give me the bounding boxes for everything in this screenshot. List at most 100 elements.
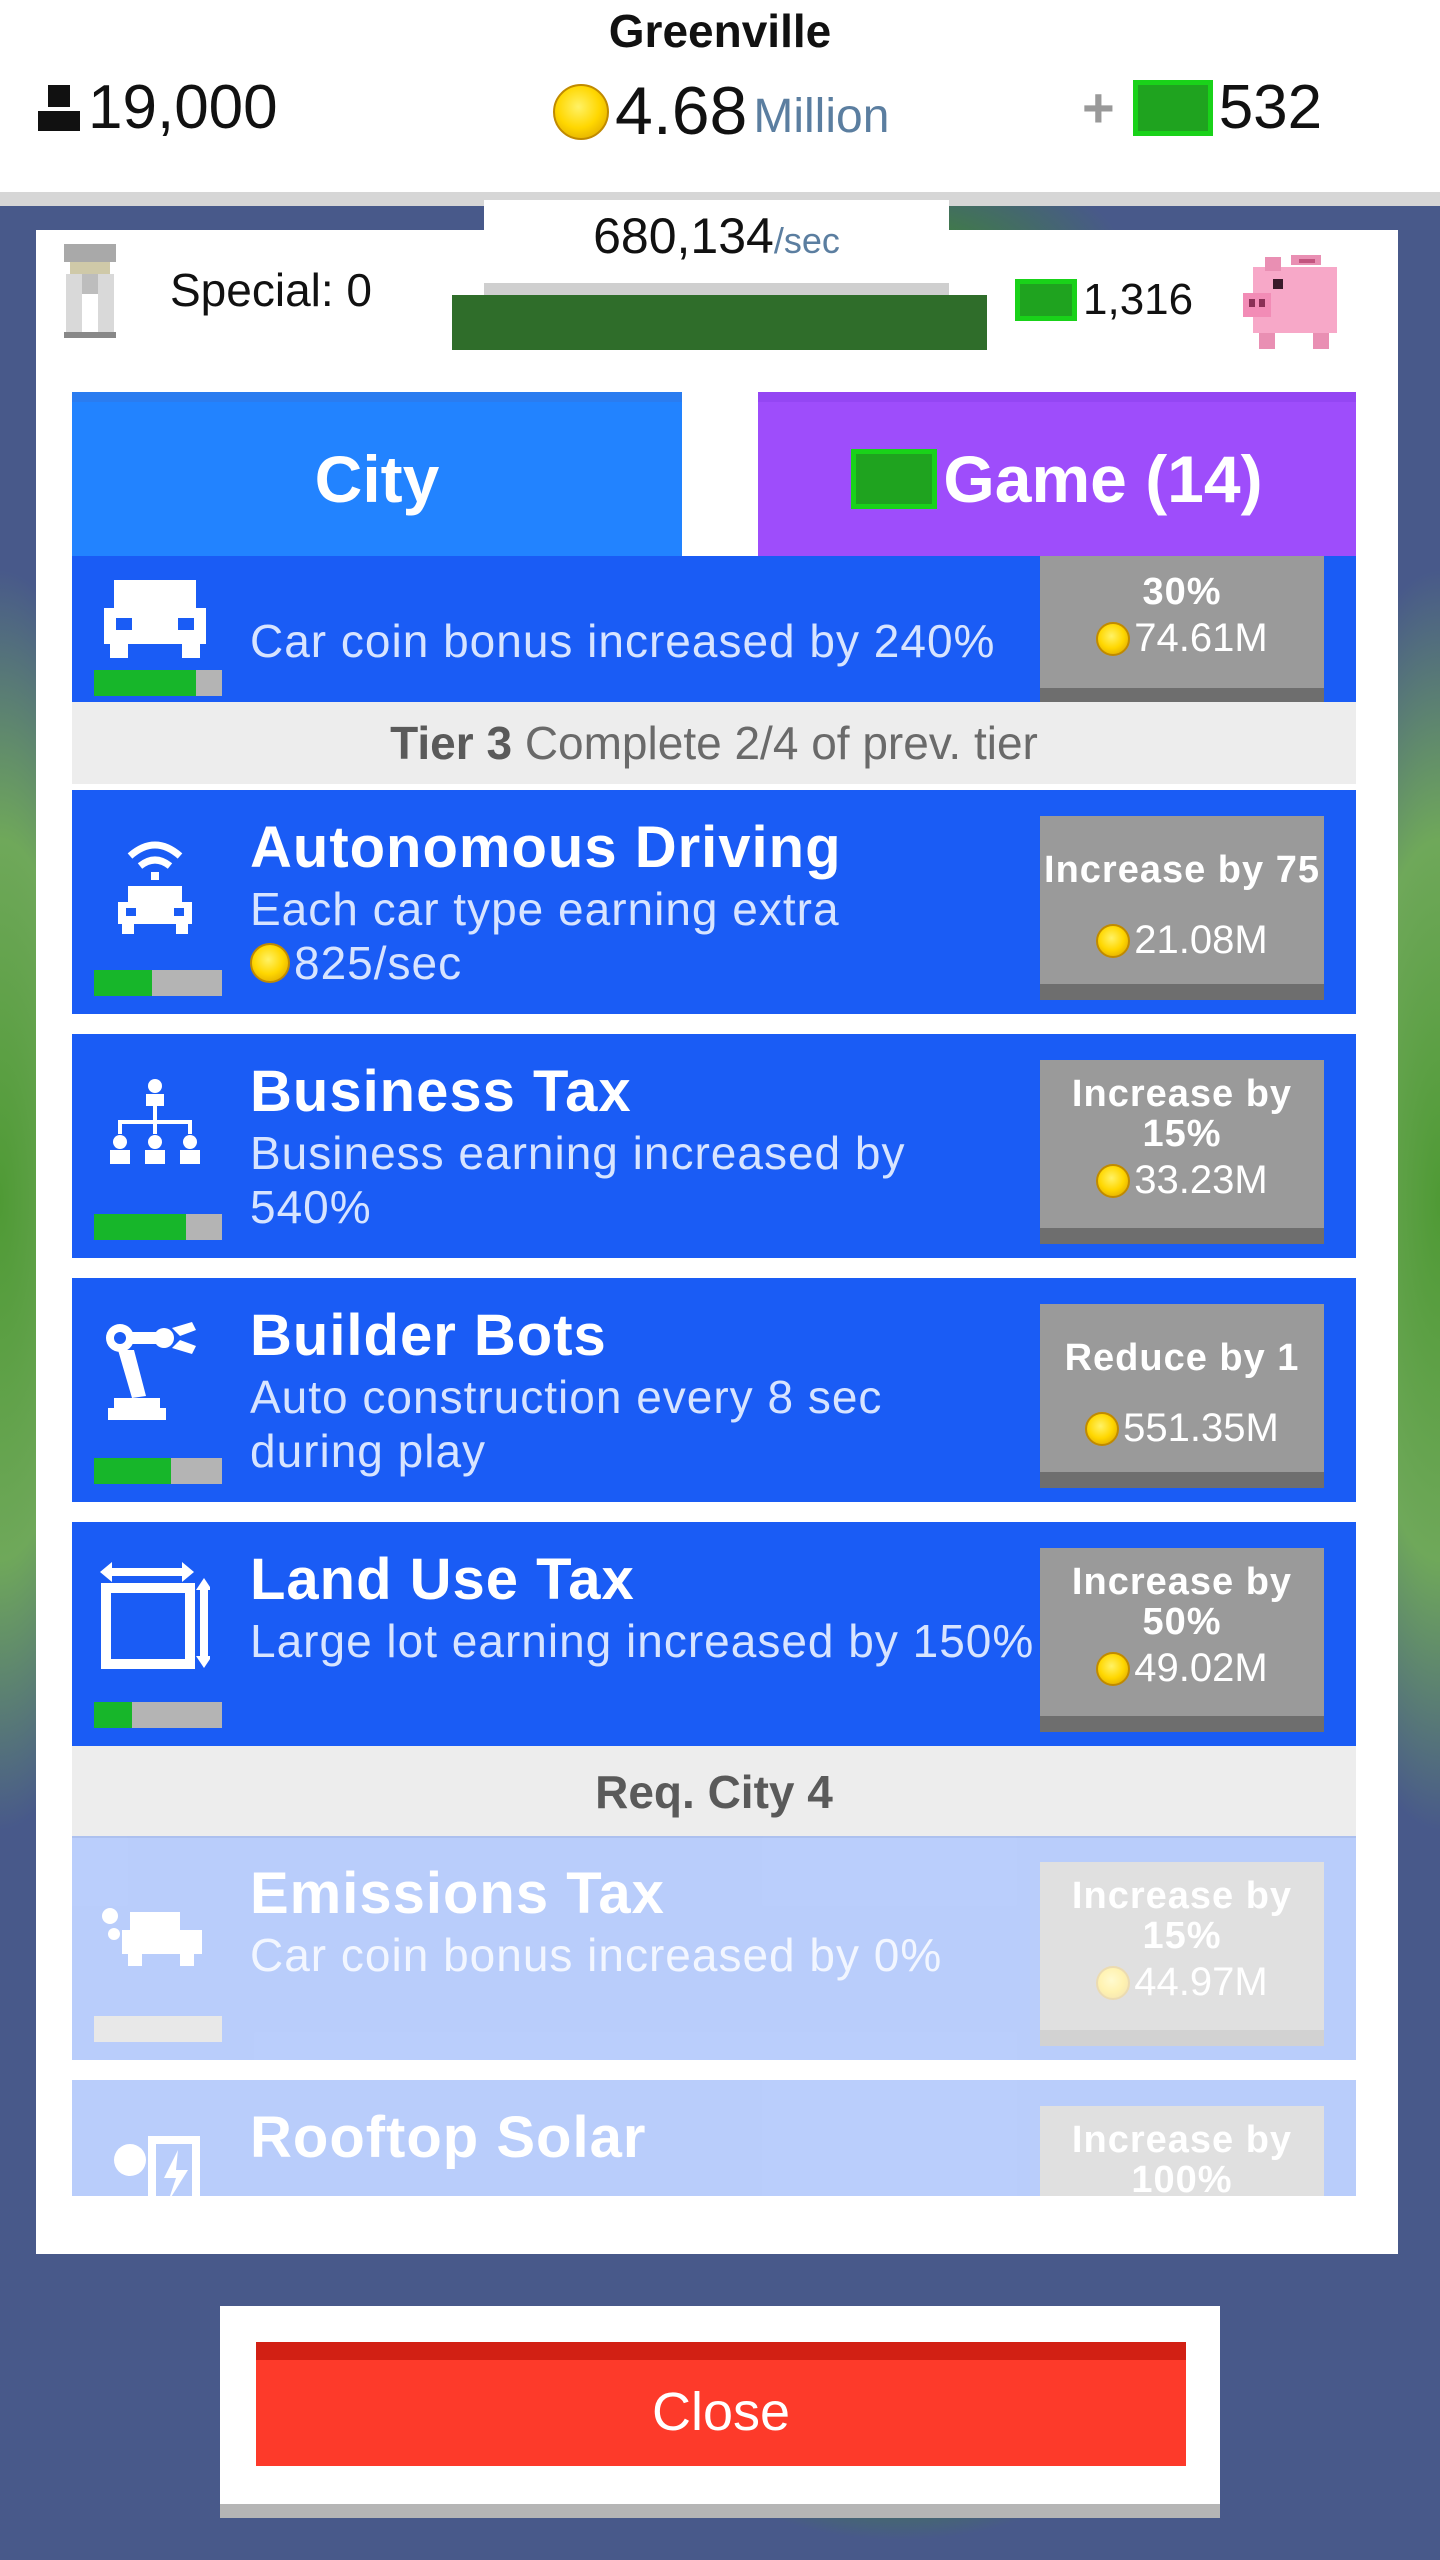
upgrade-item-business-tax: Business Tax Business earning increased …: [72, 1034, 1356, 1258]
upgrade-cost-value: 49.02M: [1134, 1646, 1268, 1690]
cash-display[interactable]: + 532: [1082, 72, 1322, 143]
solar-icon: [114, 2136, 200, 2196]
upgrade-cost-value: 551.35M: [1123, 1406, 1279, 1450]
upgrade-description: Car coin bonus increased by 240%: [250, 615, 996, 667]
upgrade-title: Builder Bots: [250, 1303, 607, 1368]
coins-unit: Million: [753, 90, 890, 143]
tab-city-label: City: [314, 442, 440, 516]
upgrade-cost-value: 21.08M: [1134, 918, 1268, 962]
progress-fill: [94, 1458, 171, 1484]
upgrade-button: Increase by 100%: [1040, 2106, 1324, 2196]
upgrade-description: Auto construction every 8 sec during pla…: [250, 1371, 883, 1477]
upgrade-action: Increase by 75: [1044, 849, 1320, 891]
upgrade-button[interactable]: 30% 74.61M: [1040, 556, 1324, 704]
rate-value: 680,134: [593, 208, 774, 264]
cash-icon: [851, 449, 938, 509]
upgrade-list[interactable]: Car coin bonus increased by 240% 30% 74.…: [72, 556, 1356, 2196]
upgrade-item-rooftop-solar: Rooftop Solar Increase by 100%: [72, 2080, 1356, 2196]
tab-game-label: Game (14): [943, 442, 1263, 516]
upgrade-description-line: 825/sec: [250, 936, 1050, 990]
car-emission-icon: [102, 1908, 202, 1966]
upgrade-button[interactable]: Reduce by 1 551.35M: [1040, 1304, 1324, 1488]
tier-label: Tier 3: [390, 717, 513, 769]
population-value: 19,000: [88, 73, 278, 142]
upgrade-progress: [94, 670, 222, 696]
robot-arm-icon: [106, 1322, 196, 1420]
special-label: Special: 0: [170, 264, 373, 316]
upgrade-description-value: 825/sec: [294, 937, 463, 989]
tab-game[interactable]: Game (14): [758, 392, 1356, 556]
upgrade-item-ride-sharing: Car coin bonus increased by 240% 30% 74.…: [72, 556, 1356, 716]
gems-value: 1,316: [1083, 275, 1194, 324]
upgrade-title: Land Use Tax: [250, 1547, 635, 1612]
org-chart-icon: [110, 1079, 200, 1164]
progress-fill: [94, 1214, 187, 1240]
upgrade-cost-value: 33.23M: [1134, 1158, 1268, 1202]
upgrade-action: Increase by 50%: [1071, 1561, 1293, 1643]
map-gap: [452, 295, 987, 350]
upgrade-progress: [94, 1702, 222, 1728]
coin-icon: [1085, 1411, 1120, 1446]
upgrade-cost: 74.61M: [1040, 616, 1324, 661]
upgrade-progress: [94, 2016, 222, 2042]
upgrade-progress: [94, 1458, 222, 1484]
close-bar: Close: [220, 2306, 1220, 2518]
upgrade-cost: 49.02M: [1040, 1646, 1324, 1691]
coins-value: 4.68: [615, 73, 748, 149]
gems-display: 1,316: [1015, 245, 1349, 355]
upgrade-button[interactable]: Increase by 50% 49.02M: [1040, 1548, 1324, 1732]
coin-icon: [250, 943, 290, 983]
city-name: Greenville: [608, 5, 832, 57]
cash-value: 532: [1218, 73, 1323, 142]
upgrade-title: Autonomous Driving: [250, 815, 842, 880]
land-lot-icon: [100, 1562, 210, 1669]
upgrade-title: Business Tax: [250, 1059, 632, 1124]
coin-icon: [1096, 1965, 1131, 2000]
upgrade-item-emissions-tax: Emissions Tax Car coin bonus increased b…: [72, 1836, 1356, 2060]
upgrade-cost-value: 74.61M: [1134, 616, 1268, 660]
progress-fill: [94, 670, 197, 696]
coin-icon: [1096, 1163, 1131, 1198]
population-display: 19,000: [36, 72, 278, 143]
rate-unit: /sec: [773, 220, 840, 261]
special-display: Special: 0: [60, 240, 372, 340]
tier-3-header: Tier 3 Complete 2/4 of prev. tier: [72, 702, 1356, 784]
upgrade-description: Car coin bonus increased by 0%: [250, 1929, 943, 1981]
autonomous-car-icon: [118, 841, 192, 934]
cash-icon: [1015, 279, 1077, 321]
coin-icon: [553, 84, 609, 140]
upgrade-title: Rooftop Solar: [250, 2105, 647, 2170]
upgrade-action: Increase by 100%: [1071, 2119, 1293, 2196]
upgrade-action: Reduce by 1: [1064, 1337, 1300, 1379]
close-button[interactable]: Close: [256, 2342, 1186, 2466]
upgrade-cost: 44.97M: [1040, 1960, 1324, 2005]
upgrade-description: Each car type earning extra 825/sec: [250, 882, 1050, 990]
upgrade-cost: 551.35M: [1040, 1406, 1324, 1451]
person-icon: [38, 84, 80, 131]
progress-fill: [94, 1702, 133, 1728]
upgrade-action: Increase by 15%: [1071, 1073, 1293, 1155]
upgrade-progress: [94, 1214, 222, 1240]
piggy-bank-icon[interactable]: [1239, 245, 1349, 355]
upgrade-description-line: Each car type earning extra: [250, 883, 840, 935]
coin-icon: [1096, 621, 1131, 656]
coins-display: 4.68 Million: [553, 72, 889, 150]
monument-icon: [64, 244, 116, 338]
requirement-label: Req. City 4: [595, 1766, 833, 1818]
tab-city[interactable]: City: [72, 392, 682, 556]
upgrade-item-autonomous-driving: Autonomous Driving Each car type earning…: [72, 790, 1356, 1014]
upgrade-action: 30%: [1142, 571, 1222, 613]
upgrade-description: Business earning increased by 540%: [250, 1127, 906, 1233]
add-cash-button[interactable]: +: [1082, 75, 1115, 140]
upgrade-button[interactable]: Increase by 75 21.08M: [1040, 816, 1324, 1000]
car-icon: [104, 580, 206, 658]
upgrade-button[interactable]: Increase by 15% 33.23M: [1040, 1060, 1324, 1244]
requirement-header: Req. City 4: [72, 1746, 1356, 1838]
tier-requirement: Complete 2/4 of prev. tier: [524, 717, 1038, 769]
top-bar: Greenville 19,000 4.68 Million + 532: [0, 0, 1440, 206]
upgrade-button: Increase by 15% 44.97M: [1040, 1862, 1324, 2046]
coin-icon: [1096, 1651, 1131, 1686]
income-rate: 680,134/sec: [484, 200, 949, 295]
upgrade-progress: [94, 970, 222, 996]
upgrade-cost: 21.08M: [1040, 918, 1324, 963]
